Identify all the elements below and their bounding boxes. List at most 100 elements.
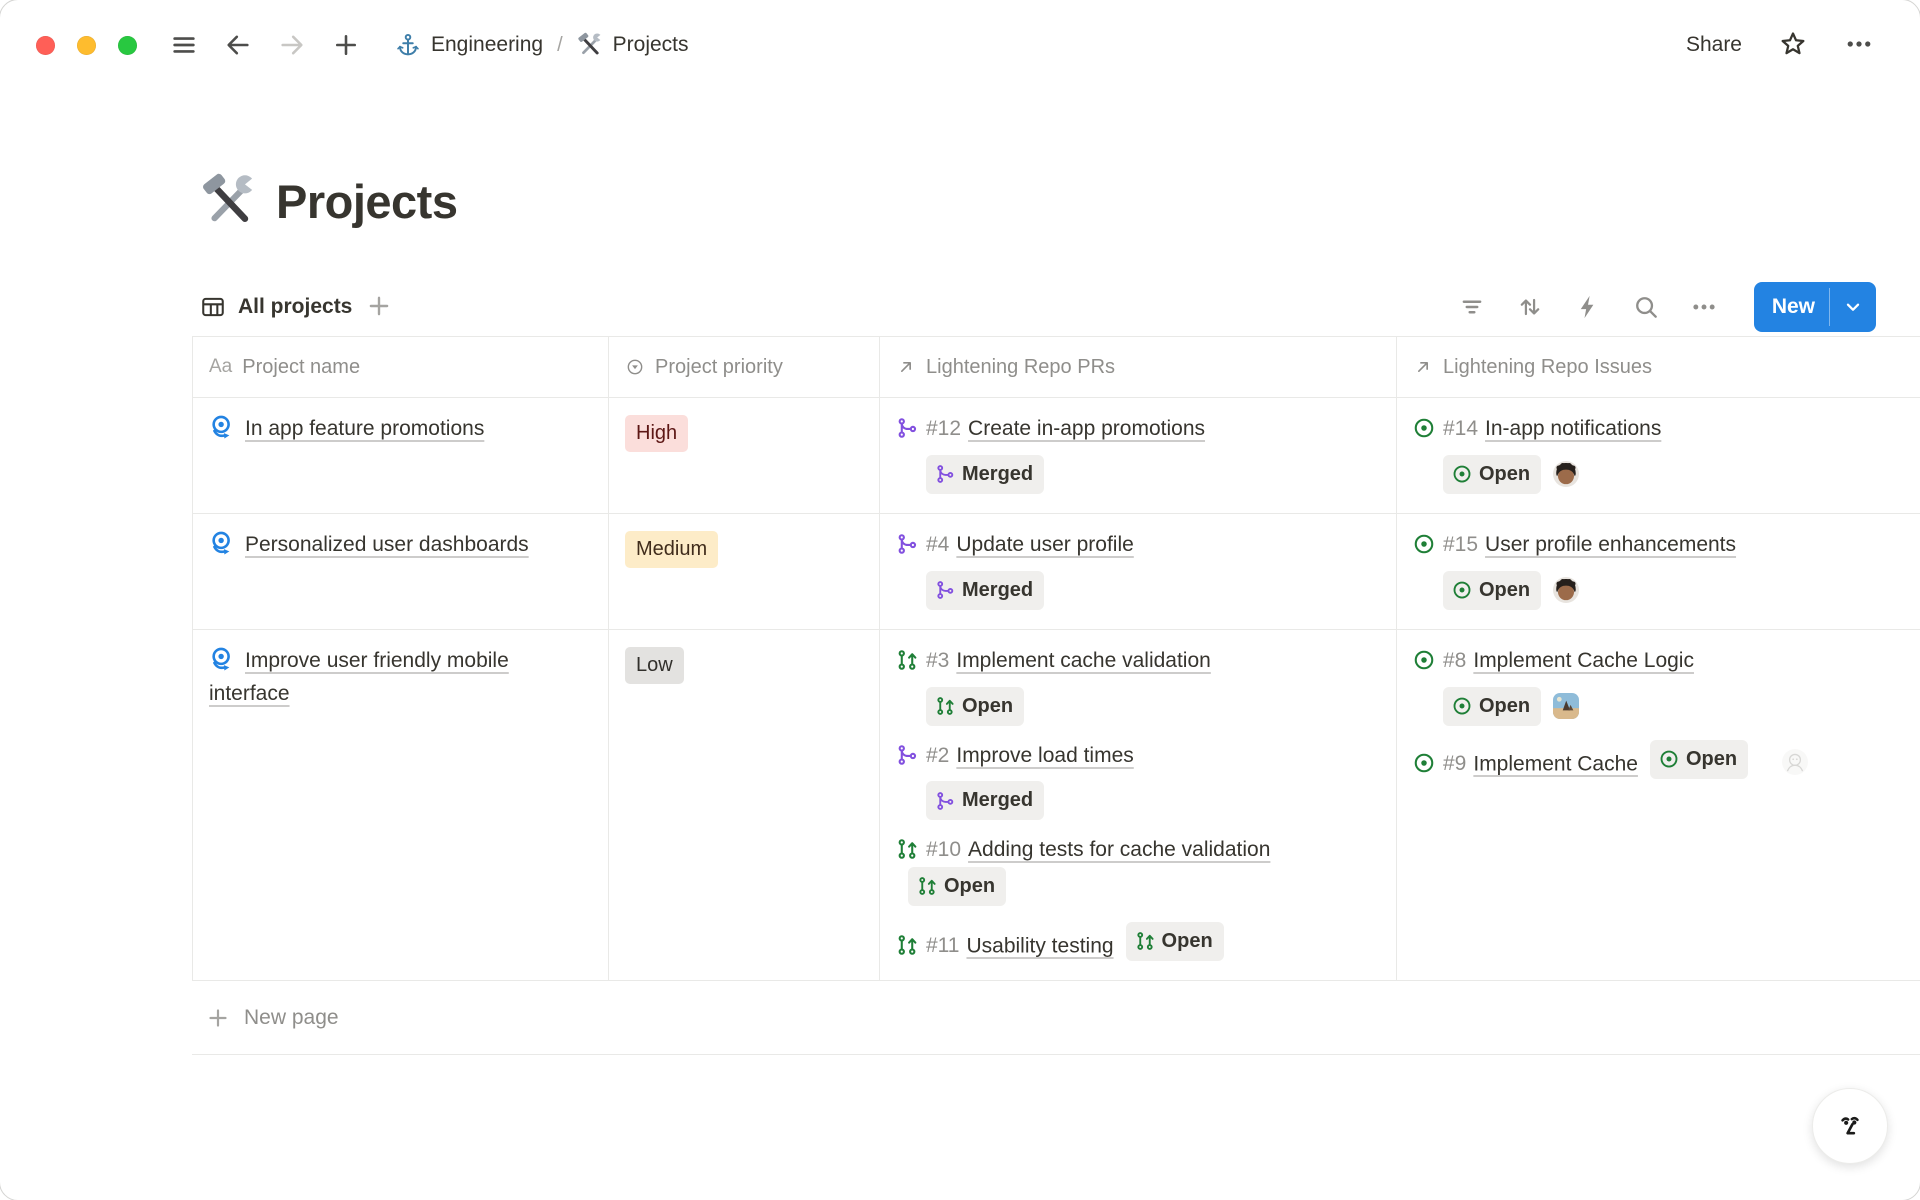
breadcrumb-item-projects[interactable]: Projects: [571, 28, 695, 62]
status-pill-open[interactable]: Open: [1126, 922, 1224, 961]
status-pill-open[interactable]: Open: [926, 687, 1024, 726]
issues-cell[interactable]: #8Implement Cache LogicOpen#9Implement C…: [1397, 630, 1920, 980]
forward-button[interactable]: [275, 28, 309, 62]
new-page-row[interactable]: New page: [192, 981, 1920, 1055]
prs-cell[interactable]: #12Create in-app promotionsMerged: [880, 398, 1397, 513]
issue-link[interactable]: Implement Cache Logic: [1473, 649, 1694, 672]
issue-link[interactable]: Implement Cache: [1473, 752, 1638, 775]
status-pill-merged[interactable]: Merged: [926, 571, 1044, 610]
project-name-cell[interactable]: In app feature promotions: [192, 398, 609, 513]
column-header-lightening-repo-prs[interactable]: Lightening Repo PRs: [880, 337, 1397, 397]
ellipsis-icon: [1844, 29, 1874, 59]
status-pill-open[interactable]: Open: [1443, 687, 1541, 726]
sort-button[interactable]: [1516, 293, 1544, 321]
status-pill-open[interactable]: Open: [1443, 571, 1541, 610]
priority-cell[interactable]: High: [609, 398, 880, 513]
column-header-label: Project name: [242, 356, 360, 379]
favorite-button[interactable]: [1778, 29, 1808, 62]
git-pull-request-icon: [1135, 931, 1155, 951]
issue-open-icon: [1452, 580, 1472, 600]
priority-cell[interactable]: Low: [609, 630, 880, 980]
issues-cell[interactable]: #14In-app notificationsOpen: [1397, 398, 1920, 513]
project-link[interactable]: Improve user friendly mobile interface: [209, 649, 509, 705]
pr-link[interactable]: Usability testing: [966, 934, 1113, 957]
pr-link[interactable]: Implement cache validation: [956, 649, 1210, 672]
hammer-wrench-icon: [577, 32, 603, 58]
git-merge-icon: [896, 533, 918, 555]
issue-link[interactable]: In-app notifications: [1485, 417, 1661, 440]
status-pill-open[interactable]: Open: [1443, 455, 1541, 494]
projects-table: Aa Project name Project priority Lightening…: [192, 336, 1920, 981]
pr-item: #2Improve load timesMerged: [896, 740, 1378, 821]
select-icon: [625, 357, 645, 377]
git-pull-request-icon: [917, 876, 937, 896]
new-button-dropdown[interactable]: [1830, 282, 1876, 332]
toolbar-actions: New: [1458, 282, 1876, 332]
issue-number: #8: [1443, 649, 1466, 672]
text-property-icon: Aa: [209, 356, 232, 378]
breadcrumb-item-engineering[interactable]: Engineering: [389, 28, 549, 62]
column-header-label: Project priority: [655, 356, 783, 379]
status-pill-merged[interactable]: Merged: [926, 455, 1044, 494]
table-body: In app feature promotionsHigh#12Create i…: [192, 398, 1920, 981]
breadcrumb: Engineering / Projects: [389, 28, 695, 62]
priority-pill[interactable]: High: [625, 415, 688, 452]
back-button[interactable]: [221, 28, 255, 62]
add-view-button[interactable]: [366, 293, 392, 322]
view-tab-all-projects[interactable]: All projects: [200, 294, 352, 320]
column-header-lightening-repo-issues[interactable]: Lightening Repo Issues: [1397, 337, 1920, 397]
prs-cell[interactable]: #4Update user profileMerged: [880, 514, 1397, 629]
share-button[interactable]: Share: [1686, 33, 1742, 57]
page-icon-hammer-wrench[interactable]: [200, 172, 258, 230]
git-merge-icon: [935, 580, 955, 600]
priority-pill[interactable]: Low: [625, 647, 684, 684]
status-row: Merged: [926, 781, 1378, 820]
project-link[interactable]: In app feature promotions: [245, 417, 484, 440]
pr-link[interactable]: Create in-app promotions: [968, 417, 1205, 440]
column-header-project-name[interactable]: Aa Project name: [192, 337, 609, 397]
new-tab-button[interactable]: [329, 28, 363, 62]
git-merge-icon: [935, 464, 955, 484]
page-title[interactable]: Projects: [276, 174, 457, 229]
project-name-cell[interactable]: Improve user friendly mobile interface: [192, 630, 609, 980]
project-link[interactable]: Personalized user dashboards: [245, 533, 529, 556]
pr-item: #3Implement cache validationOpen: [896, 645, 1378, 726]
column-header-project-priority[interactable]: Project priority: [609, 337, 880, 397]
close-window-button[interactable]: [36, 36, 55, 55]
assignee-avatar: [1553, 577, 1579, 603]
status-pill-open[interactable]: Open: [1650, 740, 1748, 779]
status-pill-open[interactable]: Open: [908, 867, 1006, 906]
zoom-window-button[interactable]: [118, 36, 137, 55]
issue-open-icon: [1452, 464, 1472, 484]
pr-item: #12Create in-app promotionsMerged: [896, 413, 1378, 494]
pr-link[interactable]: Update user profile: [956, 533, 1133, 556]
view-options-button[interactable]: [1690, 293, 1718, 321]
git-pull-request-icon: [896, 934, 918, 956]
pr-link[interactable]: Adding tests for cache validation: [968, 838, 1270, 861]
prs-cell[interactable]: #3Implement cache validationOpen#2Improv…: [880, 630, 1397, 980]
issue-item: #14In-app notificationsOpen: [1413, 413, 1902, 494]
more-options-button[interactable]: [1844, 29, 1874, 62]
issue-link[interactable]: User profile enhancements: [1485, 533, 1736, 556]
ellipsis-icon: [1690, 293, 1718, 321]
status-row: Open: [1443, 455, 1902, 494]
search-button[interactable]: [1632, 293, 1660, 321]
filter-button[interactable]: [1458, 293, 1486, 321]
new-button[interactable]: New: [1754, 282, 1876, 332]
issues-cell[interactable]: #15User profile enhancementsOpen: [1397, 514, 1920, 629]
minimize-window-button[interactable]: [77, 36, 96, 55]
status-pill-merged[interactable]: Merged: [926, 781, 1044, 820]
priority-pill[interactable]: Medium: [625, 531, 718, 568]
forward-arrow-icon: [278, 31, 306, 59]
anchor-icon: [395, 32, 421, 58]
database-toolbar: All projects New: [0, 278, 1920, 336]
notion-ai-button[interactable]: [1812, 1088, 1888, 1164]
pr-link[interactable]: Improve load times: [956, 744, 1133, 767]
status-row: Merged: [926, 455, 1378, 494]
new-button-label[interactable]: New: [1754, 282, 1829, 332]
priority-cell[interactable]: Medium: [609, 514, 880, 629]
sidebar-menu-icon[interactable]: [167, 28, 201, 62]
project-name-cell[interactable]: Personalized user dashboards: [192, 514, 609, 629]
automations-button[interactable]: [1574, 293, 1602, 321]
assignee-avatar: [1553, 461, 1579, 487]
